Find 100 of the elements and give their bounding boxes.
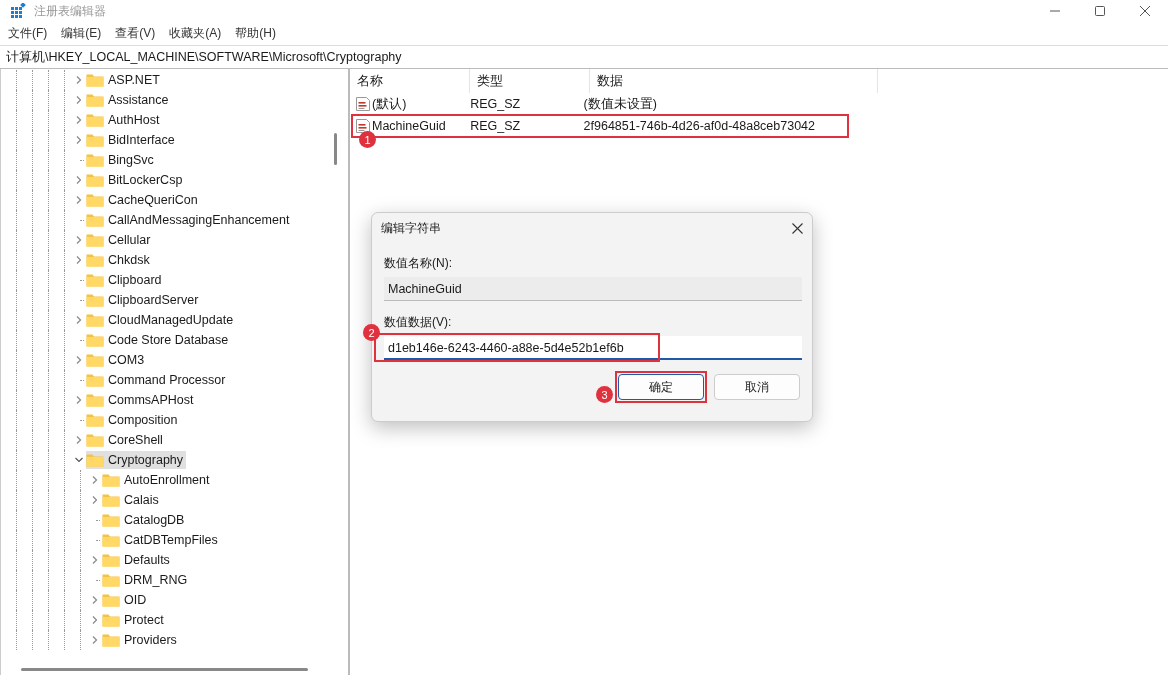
tree-item[interactable]: Command Processor xyxy=(86,371,229,389)
app-icon xyxy=(10,3,26,19)
chevron-right-icon[interactable] xyxy=(91,636,99,644)
folder-icon xyxy=(86,353,104,367)
folder-icon xyxy=(86,373,104,387)
chevron-right-icon[interactable] xyxy=(75,436,83,444)
tree-item[interactable]: OID xyxy=(102,591,150,609)
tree-item[interactable]: COM3 xyxy=(86,351,148,369)
input-field[interactable]: MachineGuid xyxy=(384,277,802,301)
tree-item[interactable]: DRM_RNG xyxy=(102,571,191,589)
tree-item[interactable]: Assistance xyxy=(86,91,172,109)
value-name[interactable]: (默认) xyxy=(372,95,407,113)
menu-item[interactable]: 文件(F) xyxy=(8,25,48,42)
chevron-down-icon[interactable] xyxy=(75,456,83,464)
tree-item[interactable]: ClipboardServer xyxy=(86,291,202,309)
chevron-right-icon[interactable] xyxy=(75,96,83,104)
folder-icon xyxy=(86,433,104,447)
window-title: 注册表编辑器 xyxy=(34,2,106,20)
close-icon[interactable] xyxy=(1140,6,1150,16)
folder-icon xyxy=(86,133,104,147)
folder-icon xyxy=(86,93,104,107)
tree-item[interactable]: Cellular xyxy=(86,231,154,249)
chevron-right-icon[interactable] xyxy=(75,236,83,244)
chevron-right-icon[interactable] xyxy=(91,476,99,484)
tree-item[interactable]: AuthHost xyxy=(86,111,163,129)
chevron-right-icon[interactable] xyxy=(75,136,83,144)
dialog-button[interactable]: 取消 xyxy=(714,374,800,400)
chevron-right-icon[interactable] xyxy=(75,76,83,84)
folder-icon xyxy=(102,593,120,607)
folder-icon xyxy=(102,633,120,647)
tree-item[interactable]: BitLockerCsp xyxy=(86,171,186,189)
tree-item[interactable]: ASP.NET xyxy=(86,71,163,89)
tree-item[interactable]: Protect xyxy=(102,611,167,629)
dialog-title: 编辑字符串 xyxy=(381,219,441,237)
value-type: REG_SZ xyxy=(469,97,522,111)
tree-item[interactable]: CatDBTempFiles xyxy=(102,531,221,549)
dialog-button[interactable]: 确定 xyxy=(618,374,704,400)
tree-item[interactable]: Code Store Database xyxy=(86,331,232,349)
input-field[interactable]: d1eb146e-6243-4460-a88e-5d4e52b1ef6b xyxy=(384,336,802,360)
menu-item[interactable]: 帮助(H) xyxy=(235,25,276,42)
step-number-badge: 1 xyxy=(359,131,376,148)
string-value-icon xyxy=(355,96,371,112)
folder-icon xyxy=(86,333,104,347)
folder-icon xyxy=(102,533,120,547)
value-name[interactable]: MachineGuid xyxy=(372,119,446,133)
menu-item[interactable]: 收藏夹(A) xyxy=(169,25,222,42)
tree-item[interactable]: BidInterface xyxy=(86,131,178,149)
folder-icon xyxy=(86,453,104,467)
tree-item[interactable]: Providers xyxy=(102,631,180,649)
address-bar[interactable]: 计算机\HKEY_LOCAL_MACHINE\SOFTWARE\Microsoft\Cryptography xyxy=(0,45,1168,69)
chevron-right-icon[interactable] xyxy=(91,496,99,504)
tree-item[interactable]: CommsAPHost xyxy=(86,391,197,409)
chevron-right-icon[interactable] xyxy=(91,596,99,604)
folder-icon xyxy=(86,293,104,307)
folder-icon xyxy=(86,173,104,187)
chevron-right-icon[interactable] xyxy=(91,556,99,564)
menu-item[interactable]: 编辑(E) xyxy=(61,25,102,42)
folder-icon xyxy=(86,393,104,407)
chevron-right-icon[interactable] xyxy=(91,616,99,624)
tree-item[interactable]: Defaults xyxy=(102,551,173,569)
tree-item[interactable]: CoreShell xyxy=(86,431,166,449)
folder-icon xyxy=(86,193,104,207)
folder-icon xyxy=(86,273,104,287)
value-type: REG_SZ xyxy=(469,119,522,133)
chevron-right-icon[interactable] xyxy=(75,116,83,124)
chevron-right-icon[interactable] xyxy=(75,176,83,184)
tree-item[interactable]: Cryptography xyxy=(86,451,187,469)
chevron-right-icon[interactable] xyxy=(75,196,83,204)
tree-item[interactable]: BingSvc xyxy=(86,151,157,169)
tree-item[interactable]: CloudManagedUpdate xyxy=(86,311,237,329)
chevron-right-icon[interactable] xyxy=(75,356,83,364)
folder-icon xyxy=(102,473,120,487)
tree-item[interactable]: CatalogDB xyxy=(102,511,188,529)
column-header[interactable]: 名称 xyxy=(350,69,470,93)
folder-icon xyxy=(86,313,104,327)
step-number-badge: 2 xyxy=(363,324,380,341)
tree-item[interactable]: Composition xyxy=(86,411,181,429)
maximize-icon[interactable] xyxy=(1095,6,1105,16)
folder-icon xyxy=(86,233,104,247)
column-header[interactable]: 数据 xyxy=(590,69,878,93)
menu-item[interactable]: 查看(V) xyxy=(115,25,156,42)
folder-icon xyxy=(102,573,120,587)
tree-item[interactable]: CacheQueriCon xyxy=(86,191,201,209)
close-icon[interactable] xyxy=(792,222,803,234)
chevron-right-icon[interactable] xyxy=(75,316,83,324)
tree-item[interactable]: Clipboard xyxy=(86,271,165,289)
folder-icon xyxy=(86,73,104,87)
folder-icon xyxy=(102,513,120,527)
tree-item[interactable]: CallAndMessagingEnhancement xyxy=(86,211,293,229)
tree-item[interactable]: Chkdsk xyxy=(86,251,153,269)
folder-icon xyxy=(102,613,120,627)
tree-item[interactable]: AutoEnrollment xyxy=(102,471,213,489)
chevron-right-icon[interactable] xyxy=(75,396,83,404)
value-data: 2f964851-746b-4d26-af0d-48a8ceb73042 xyxy=(582,119,816,133)
folder-icon xyxy=(86,213,104,227)
scrollbar-thumb[interactable] xyxy=(334,133,337,165)
chevron-right-icon[interactable] xyxy=(75,256,83,264)
tree-item[interactable]: Calais xyxy=(102,491,162,509)
scrollbar-thumb[interactable] xyxy=(21,668,308,671)
column-header[interactable]: 类型 xyxy=(470,69,590,93)
